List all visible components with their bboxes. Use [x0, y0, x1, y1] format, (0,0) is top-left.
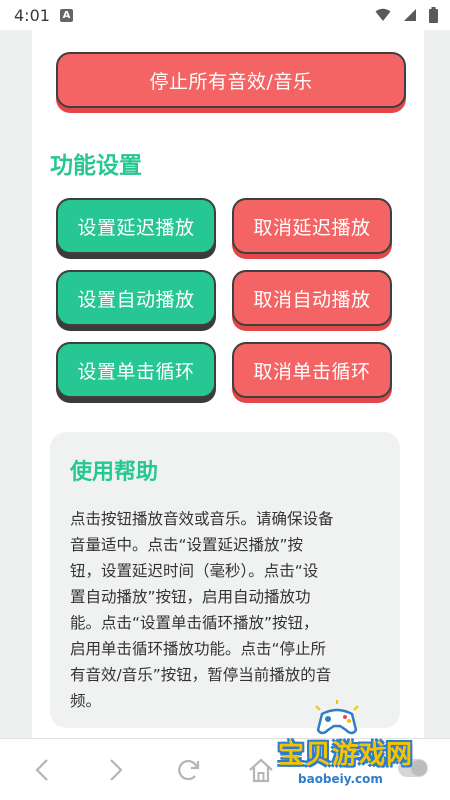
watermark: 宝贝游戏网 baobeiy.com: [268, 700, 438, 790]
stop-all-button[interactable]: 停止所有音效/音乐: [56, 52, 406, 108]
help-line: 有音效/音乐”按钮，暂停当前播放的音: [70, 666, 332, 684]
cancel-auto-play-button[interactable]: 取消自动播放: [232, 270, 392, 326]
help-box: 使用帮助 点击按钮播放音效或音乐。请确保设备 音量适中。点击“设置延迟播放”按 …: [50, 432, 400, 728]
set-click-loop-button[interactable]: 设置单击循环: [56, 342, 216, 398]
help-line: 置自动播放”按钮，启用自动播放功: [70, 588, 311, 606]
cancel-delay-play-button[interactable]: 取消延迟播放: [232, 198, 392, 254]
gamepad-logo-icon: [315, 700, 359, 735]
cancel-click-loop-button[interactable]: 取消单击循环: [232, 342, 392, 398]
back-arrow-icon[interactable]: [28, 755, 58, 785]
watermark-text: 宝贝游戏网: [278, 740, 414, 770]
help-line: 点击按钮播放音效或音乐。请确保设备: [70, 510, 334, 528]
wifi-icon: [375, 8, 391, 21]
help-text: 点击按钮播放音效或音乐。请确保设备 音量适中。点击“设置延迟播放”按 钮，设置延…: [70, 506, 382, 714]
forward-arrow-icon[interactable]: [100, 755, 130, 785]
status-icons: [375, 7, 438, 23]
settings-title: 功能设置: [50, 153, 142, 179]
help-line: 钮，设置延迟时间（毫秒）。点击“设: [70, 562, 319, 580]
set-auto-play-button[interactable]: 设置自动播放: [56, 270, 216, 326]
notification-a-icon: A: [59, 8, 73, 22]
battery-icon: [429, 7, 438, 23]
help-line: 能。点击“设置单击循环播放”按钮，: [70, 614, 319, 632]
refresh-icon[interactable]: [174, 755, 204, 785]
watermark-domain: baobeiy.com: [298, 772, 383, 786]
help-title: 使用帮助: [70, 460, 159, 485]
help-line: 启用单击循环播放功能。点击“停止所: [70, 640, 327, 658]
set-delay-play-button[interactable]: 设置延迟播放: [56, 198, 216, 254]
status-bar: 4:01 A: [0, 0, 450, 30]
help-line: 音量适中。点击“设置延迟播放”按: [70, 536, 304, 554]
signal-icon: [404, 9, 416, 21]
status-time: 4:01: [14, 5, 50, 25]
main-content: 停止所有音效/音乐 功能设置 设置延迟播放 取消延迟播放 设置自动播放 取消自动…: [32, 30, 424, 738]
